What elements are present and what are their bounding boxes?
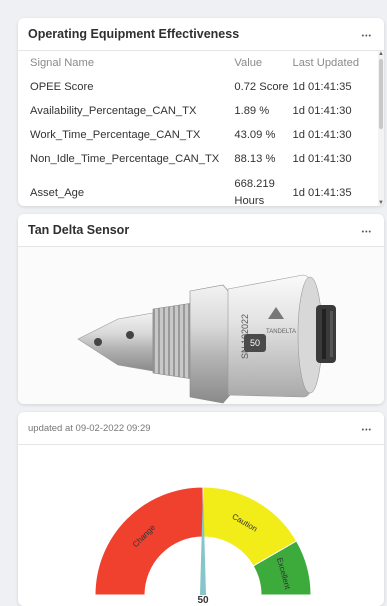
oee-card-header: Operating Equipment Effectiveness: [18, 18, 384, 51]
signal-value-cell: 668.219 Hours: [234, 171, 292, 206]
table-row[interactable]: Asset_Age 668.219 Hours 1d 01:41:35: [18, 171, 378, 206]
gauge-value-label: 50: [197, 595, 209, 606]
sensor-value-tooltip: 50: [244, 334, 266, 352]
signal-name-cell: Availability_Percentage_CAN_TX: [30, 105, 197, 117]
sensor-card-menu-icon[interactable]: [362, 224, 372, 236]
table-header-row: Signal Name Value Last Updated: [18, 51, 378, 75]
signal-value-cell: 1.89 %: [234, 105, 270, 117]
signal-name-cell: Asset_Age: [30, 187, 85, 199]
column-header-last-updated[interactable]: Last Updated: [292, 51, 378, 75]
last-updated-cell: 1d 01:41:30: [292, 105, 352, 117]
signal-name-cell: OPEE Score: [30, 81, 94, 93]
signal-name-cell: Non_Idle_Time_Percentage_CAN_TX: [30, 153, 220, 165]
gauge-card-menu-icon[interactable]: [362, 422, 372, 434]
gauge-chart: ChangeCautionExcellent 50: [94, 486, 312, 606]
value-unit: Hours: [234, 195, 265, 206]
signal-value-cell: 88.13 %: [234, 153, 276, 165]
last-updated-cell: 1d 01:41:35: [292, 81, 352, 93]
updated-timestamp: updated at 09-02-2022 09:29: [28, 422, 151, 434]
table-row[interactable]: Availability_Percentage_CAN_TX 1.89 % 1d…: [18, 99, 378, 123]
table-row[interactable]: OPEE Score 0.72 Score 1d 01:41:35: [18, 75, 378, 99]
table-row[interactable]: Non_Idle_Time_Percentage_CAN_TX 88.13 % …: [18, 147, 378, 171]
scroll-down-arrow-icon[interactable]: ▼: [378, 200, 384, 206]
gauge-card: updated at 09-02-2022 09:29 ChangeCautio…: [18, 412, 384, 606]
sensor-card-title: Tan Delta Sensor: [28, 223, 130, 237]
last-updated-cell: 1d 01:41:35: [292, 187, 352, 199]
gauge-segment-change: [94, 486, 204, 596]
table-row[interactable]: Work_Time_Percentage_CAN_TX 43.09 % 1d 0…: [18, 123, 378, 147]
sensor-brand-text: TANDELTA: [266, 329, 296, 335]
oee-card-menu-icon[interactable]: [362, 28, 372, 40]
signal-table: Signal Name Value Last Updated OPEE Scor…: [18, 51, 378, 206]
oee-card: Operating Equipment Effectiveness Signal…: [18, 18, 384, 206]
scroll-up-arrow-icon[interactable]: ▲: [378, 51, 384, 57]
column-header-value[interactable]: Value: [234, 51, 292, 75]
sensor-card-header: Tan Delta Sensor: [18, 214, 384, 247]
signal-table-container[interactable]: Signal Name Value Last Updated OPEE Scor…: [18, 51, 384, 206]
oee-card-title: Operating Equipment Effectiveness: [28, 27, 240, 41]
value-number: 668.219: [234, 178, 275, 190]
sensor-image: SN 102022 TANDELTA: [18, 247, 384, 404]
signal-value-cell: 0.72 Score: [234, 81, 289, 93]
gauge-card-header: updated at 09-02-2022 09:29: [18, 412, 384, 445]
column-header-signal-name[interactable]: Signal Name: [18, 51, 234, 75]
sensor-card: Tan Delta Sensor ••• SN 102022 TANDELTA …: [18, 214, 384, 404]
sensor-image-area: SN 102022 TANDELTA 50: [18, 247, 384, 404]
last-updated-cell: 1d 01:41:30: [292, 153, 352, 165]
signal-name-cell: Work_Time_Percentage_CAN_TX: [30, 129, 201, 141]
last-updated-cell: 1d 01:41:30: [292, 129, 352, 141]
signal-value-cell: 43.09 %: [234, 129, 276, 141]
scrollbar-thumb[interactable]: [379, 59, 383, 129]
table-scrollbar[interactable]: ▲ ▼: [378, 51, 384, 206]
